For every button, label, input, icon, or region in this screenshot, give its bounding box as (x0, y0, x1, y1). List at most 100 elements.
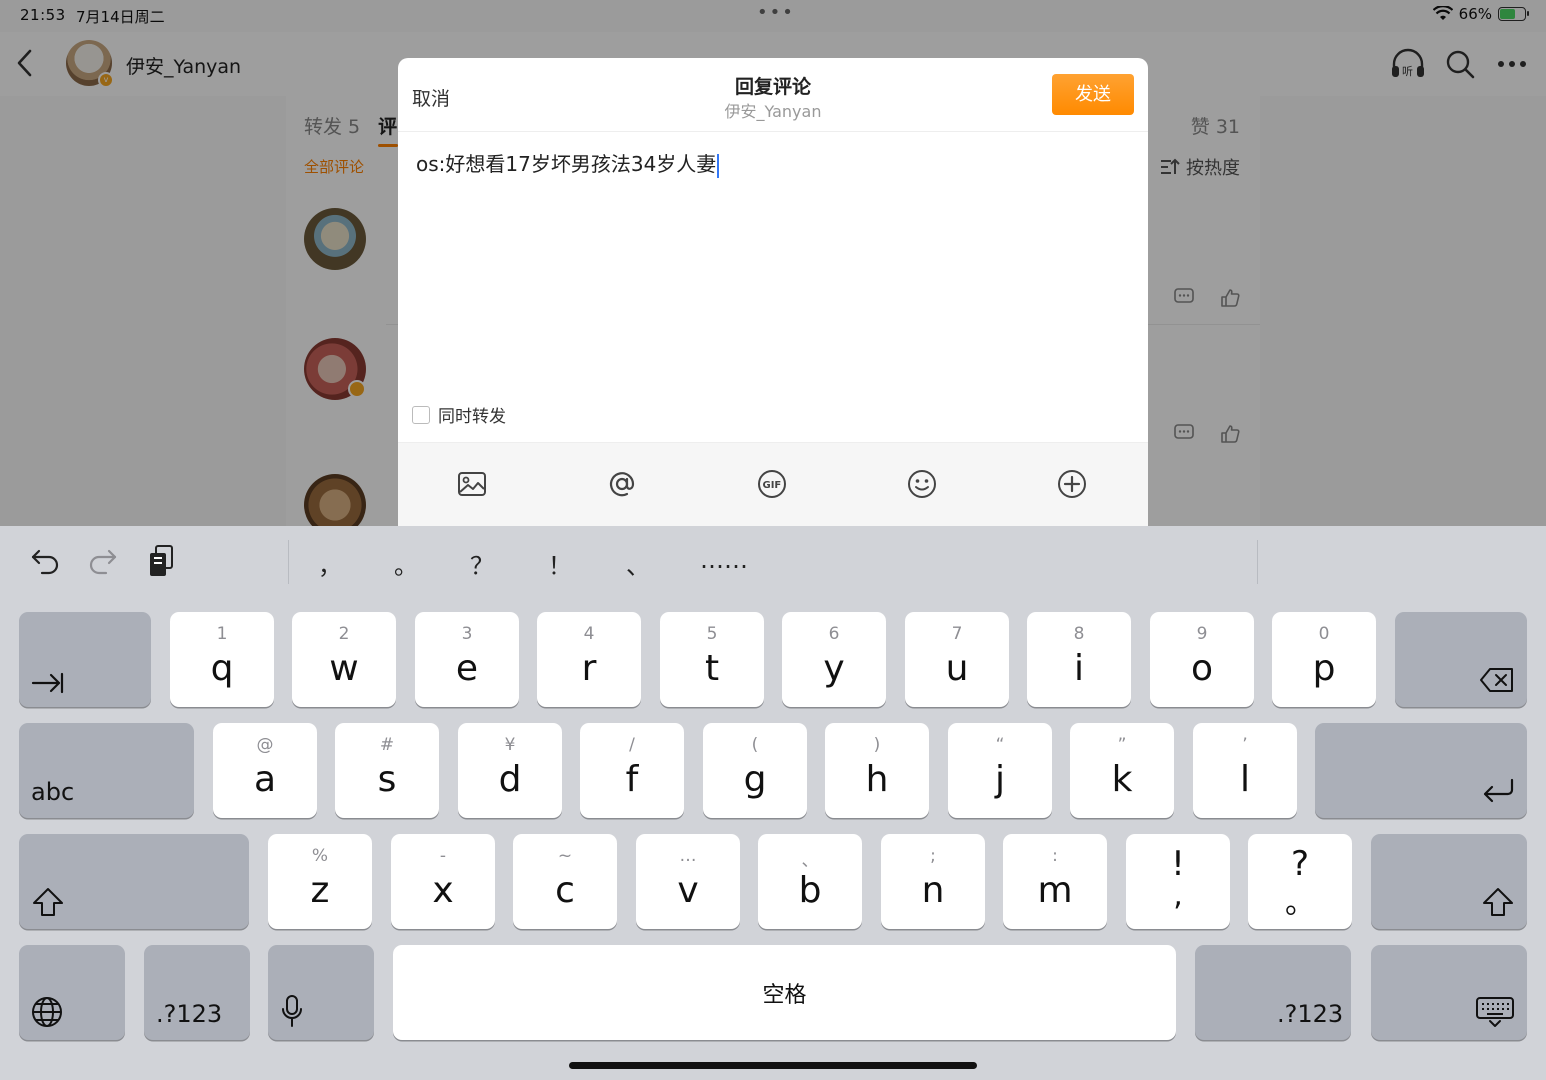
repost-toggle[interactable]: 同时转发 (412, 402, 506, 427)
punct-period-key[interactable]: 。 (394, 546, 418, 581)
redo-icon[interactable] (86, 544, 120, 578)
reply-comment-dialog: 取消 回复评论 伊安_Yanyan 发送 os:好想看17岁坏男孩法34岁人妻 … (398, 58, 1148, 526)
key-s[interactable]: # s (335, 723, 439, 818)
key-x[interactable]: -x (391, 834, 495, 929)
divider (288, 540, 289, 584)
key-hint: 、 (801, 851, 819, 871)
key-hint: % (311, 846, 329, 866)
at-icon[interactable] (605, 467, 639, 501)
key-j[interactable]: “j (948, 723, 1052, 818)
emoji-icon[interactable] (905, 467, 939, 501)
key-label: g (743, 759, 767, 800)
reply-text-input[interactable]: os:好想看17岁坏男孩法34岁人妻 (416, 148, 720, 178)
clipboard-paste-icon[interactable] (144, 544, 178, 578)
key-n[interactable]: ; n (881, 834, 985, 929)
send-button[interactable]: 发送 (1052, 74, 1134, 115)
key-e[interactable]: 3e (415, 612, 519, 707)
globe-key[interactable] (19, 945, 125, 1040)
key-label: j (994, 759, 1005, 800)
key-u[interactable]: 7u (905, 612, 1009, 707)
punct-comma-key[interactable]: ， (318, 546, 342, 581)
key-question-period[interactable]: ?。 (1248, 834, 1352, 929)
key-label-bottom: , (1173, 878, 1183, 913)
key-label: i (1073, 648, 1084, 689)
key-o[interactable]: 9o (1150, 612, 1254, 707)
shift-arrow-icon (1483, 888, 1513, 916)
tab-key[interactable] (19, 612, 151, 707)
key-label: q (210, 648, 234, 689)
punct-ellipsis-key[interactable]: …… (700, 546, 748, 574)
key-label: e (455, 648, 479, 689)
shift-key-left[interactable] (19, 834, 249, 929)
key-label: s (377, 759, 397, 800)
key-b[interactable]: 、 b (758, 834, 862, 929)
key-hint: 5 (706, 624, 718, 644)
shift-key-right[interactable] (1371, 834, 1527, 929)
return-key[interactable] (1315, 723, 1527, 818)
key-f[interactable]: / f (580, 723, 684, 818)
key-a[interactable]: @ a (213, 723, 317, 818)
key-c[interactable]: ~ c (513, 834, 617, 929)
image-icon[interactable] (455, 467, 489, 501)
hide-keyboard-key[interactable] (1371, 945, 1527, 1040)
key-hint: “ (995, 735, 1005, 755)
key-hint: 0 (1318, 624, 1330, 644)
key-t[interactable]: 5t (660, 612, 764, 707)
key-hint: 2 (338, 624, 350, 644)
home-indicator[interactable] (569, 1062, 977, 1069)
key-hint: ; (930, 846, 936, 866)
key-r[interactable]: 4r (537, 612, 641, 707)
space-bar[interactable]: 空格 (393, 945, 1176, 1040)
key-exclaim-comma[interactable]: !, (1126, 834, 1230, 929)
key-l[interactable]: ’ l (1193, 723, 1297, 818)
reply-text: os:好想看17岁坏男孩法34岁人妻 (416, 152, 717, 176)
key-hint: 7 (951, 624, 963, 644)
key-hint: ( (751, 735, 759, 755)
key-k[interactable]: ” k (1070, 723, 1174, 818)
backspace-key[interactable] (1395, 612, 1527, 707)
key-label: z (310, 870, 330, 911)
key-p[interactable]: 0p (1272, 612, 1376, 707)
repost-label: 同时转发 (438, 407, 506, 427)
keyboard-dismiss-icon (1476, 997, 1514, 1027)
punct-dunhao-key[interactable]: 、 (626, 546, 650, 581)
key-q[interactable]: 1q (170, 612, 274, 707)
key-label: .?123 (1277, 1000, 1344, 1028)
key-w[interactable]: 2w (292, 612, 396, 707)
composer-toolbar: GIF (398, 442, 1148, 526)
svg-text:GIF: GIF (763, 480, 782, 491)
key-label-bottom: 。 (1285, 886, 1315, 921)
key-label: abc (31, 778, 75, 806)
key-hint: 4 (583, 624, 595, 644)
key-hint: 9 (1196, 624, 1208, 644)
punct-exclaim-key[interactable]: ！ (548, 546, 572, 581)
key-hint: ” (1117, 735, 1127, 755)
punct-question-key[interactable]: ？ (470, 546, 494, 581)
key-i[interactable]: 8i (1027, 612, 1131, 707)
plus-icon[interactable] (1055, 467, 1089, 501)
gif-icon[interactable]: GIF (755, 467, 789, 501)
key-label: f (625, 759, 639, 800)
key-z[interactable]: % z (268, 834, 372, 929)
dictation-key[interactable] (268, 945, 374, 1040)
numbers-key-right[interactable]: .?123 (1195, 945, 1351, 1040)
key-y[interactable]: 6y (782, 612, 886, 707)
key-v[interactable]: … v (636, 834, 740, 929)
dialog-subtitle: 伊安_Yanyan (724, 102, 822, 121)
key-d[interactable]: ¥ d (458, 723, 562, 818)
repost-checkbox[interactable] (412, 405, 430, 424)
abc-key[interactable]: abc (19, 723, 194, 818)
key-g[interactable]: (g (703, 723, 807, 818)
key-hint: # (379, 735, 395, 755)
key-hint: 1 (216, 624, 228, 644)
shift-arrow-icon (33, 888, 63, 916)
key-hint: - (439, 846, 447, 866)
key-label: 空格 (762, 983, 807, 1008)
key-m[interactable]: :m (1003, 834, 1107, 929)
key-h[interactable]: ) h (825, 723, 929, 818)
numbers-key-left[interactable]: .?123 (144, 945, 250, 1040)
divider (1257, 540, 1258, 584)
key-label: b (798, 870, 822, 911)
key-label: n (921, 870, 945, 911)
undo-icon[interactable] (28, 544, 62, 578)
